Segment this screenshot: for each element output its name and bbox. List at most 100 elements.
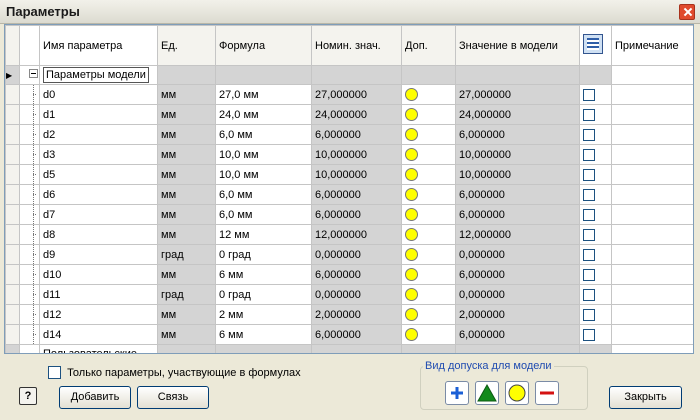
close-button[interactable]: Закрыть (609, 386, 682, 409)
col-header-model-value[interactable]: Значение в модели (455, 25, 580, 66)
tolerance-dot-icon[interactable] (405, 168, 418, 181)
tolerance-dot-icon[interactable] (405, 88, 418, 101)
export-checkbox[interactable] (583, 88, 595, 101)
param-export[interactable] (579, 144, 612, 165)
tolerance-dot-icon[interactable] (405, 328, 418, 341)
table-row[interactable]: d8 мм 12 мм 12,000000 12,000000 (5, 224, 693, 245)
export-checkbox[interactable] (583, 328, 595, 341)
param-formula[interactable]: 10,0 мм (215, 164, 312, 185)
param-export[interactable] (579, 224, 612, 245)
col-header-tolerance[interactable]: Доп. (401, 25, 456, 66)
param-note[interactable] (611, 164, 693, 185)
param-name[interactable]: d14 (39, 324, 158, 345)
param-note[interactable] (611, 124, 693, 145)
param-unit[interactable]: мм (157, 224, 216, 245)
row-selector[interactable] (5, 224, 20, 245)
export-checkbox[interactable] (583, 148, 595, 161)
col-header-note[interactable]: Примечание (611, 25, 693, 66)
export-checkbox[interactable] (583, 268, 595, 281)
param-note[interactable] (611, 204, 693, 225)
param-note[interactable] (611, 144, 693, 165)
export-checkbox[interactable] (583, 128, 595, 141)
close-window-button[interactable] (679, 4, 695, 20)
param-note[interactable] (611, 304, 693, 325)
row-selector[interactable] (5, 304, 20, 325)
param-tolerance[interactable] (401, 264, 456, 285)
table-row[interactable]: d12 мм 2 мм 2,000000 2,000000 (5, 304, 693, 325)
param-note[interactable] (611, 104, 693, 125)
param-unit[interactable]: мм (157, 124, 216, 145)
table-row[interactable]: d1 мм 24,0 мм 24,000000 24,000000 (5, 104, 693, 125)
tolerance-dot-icon[interactable] (405, 148, 418, 161)
param-formula[interactable]: 6 мм (215, 324, 312, 345)
param-unit[interactable]: мм (157, 304, 216, 325)
param-export[interactable] (579, 204, 612, 225)
param-formula[interactable]: 27,0 мм (215, 84, 312, 105)
param-export[interactable] (579, 244, 612, 265)
param-unit[interactable]: мм (157, 264, 216, 285)
export-checkbox[interactable] (583, 208, 595, 221)
param-tolerance[interactable] (401, 304, 456, 325)
param-unit[interactable]: мм (157, 104, 216, 125)
collapse-icon[interactable] (29, 69, 38, 78)
link-button[interactable]: Связь (137, 386, 209, 409)
col-header-unit[interactable]: Ед. (157, 25, 216, 66)
tolerance-dot-icon[interactable] (405, 188, 418, 201)
parameters-grid[interactable]: Имя параметра Ед. Формула Номин. знач. Д… (4, 24, 694, 354)
param-formula[interactable]: 10,0 мм (215, 144, 312, 165)
param-name[interactable]: d10 (39, 264, 158, 285)
param-note[interactable] (611, 284, 693, 305)
table-row[interactable]: d10 мм 6 мм 6,000000 6,000000 (5, 264, 693, 285)
lower-tolerance-button[interactable] (475, 381, 499, 405)
group-expander[interactable] (19, 65, 40, 85)
table-row[interactable]: d5 мм 10,0 мм 10,000000 10,000000 (5, 164, 693, 185)
param-export[interactable] (579, 304, 612, 325)
row-selector[interactable] (5, 204, 20, 225)
formula-filter-checkbox[interactable] (48, 366, 61, 379)
param-export[interactable] (579, 264, 612, 285)
param-name[interactable]: d3 (39, 144, 158, 165)
table-row[interactable]: d9 град 0 град 0,000000 0,000000 (5, 244, 693, 265)
lower-limit-button[interactable] (535, 381, 559, 405)
param-name[interactable]: d11 (39, 284, 158, 305)
param-tolerance[interactable] (401, 244, 456, 265)
row-selector[interactable] (5, 124, 20, 145)
tolerance-dot-icon[interactable] (405, 228, 418, 241)
param-formula[interactable]: 6 мм (215, 264, 312, 285)
export-checkbox[interactable] (583, 248, 595, 261)
param-name[interactable]: d0 (39, 84, 158, 105)
export-checkbox[interactable] (583, 288, 595, 301)
param-export[interactable] (579, 284, 612, 305)
param-formula[interactable]: 6,0 мм (215, 204, 312, 225)
tolerance-dot-icon[interactable] (405, 248, 418, 261)
table-row[interactable]: d6 мм 6,0 мм 6,000000 6,000000 (5, 184, 693, 205)
param-tolerance[interactable] (401, 144, 456, 165)
param-unit[interactable]: мм (157, 164, 216, 185)
export-checkbox[interactable] (583, 188, 595, 201)
row-selector[interactable] (5, 244, 20, 265)
add-button[interactable]: Добавить (59, 386, 131, 409)
group-row-user[interactable]: Пользовательские (5, 344, 693, 353)
export-checkbox[interactable] (583, 168, 595, 181)
param-name[interactable]: d2 (39, 124, 158, 145)
param-name[interactable]: d6 (39, 184, 158, 205)
param-name[interactable]: d1 (39, 104, 158, 125)
tolerance-dot-icon[interactable] (405, 208, 418, 221)
param-formula[interactable]: 24,0 мм (215, 104, 312, 125)
formula-filter[interactable]: Только параметры, участвующие в формулах (48, 366, 301, 379)
param-tolerance[interactable] (401, 84, 456, 105)
param-note[interactable] (611, 224, 693, 245)
row-selector[interactable] (5, 164, 20, 185)
param-unit[interactable]: град (157, 244, 216, 265)
param-tolerance[interactable] (401, 164, 456, 185)
help-button[interactable]: ? (19, 387, 37, 405)
param-unit[interactable]: град (157, 284, 216, 305)
table-row[interactable]: d2 мм 6,0 мм 6,000000 6,000000 (5, 124, 693, 145)
param-unit[interactable]: мм (157, 184, 216, 205)
upper-tolerance-button[interactable] (445, 381, 469, 405)
param-note[interactable] (611, 324, 693, 345)
row-selector[interactable] (5, 184, 20, 205)
row-selector[interactable] (5, 264, 20, 285)
param-formula[interactable]: 6,0 мм (215, 124, 312, 145)
row-selector[interactable] (5, 84, 20, 105)
